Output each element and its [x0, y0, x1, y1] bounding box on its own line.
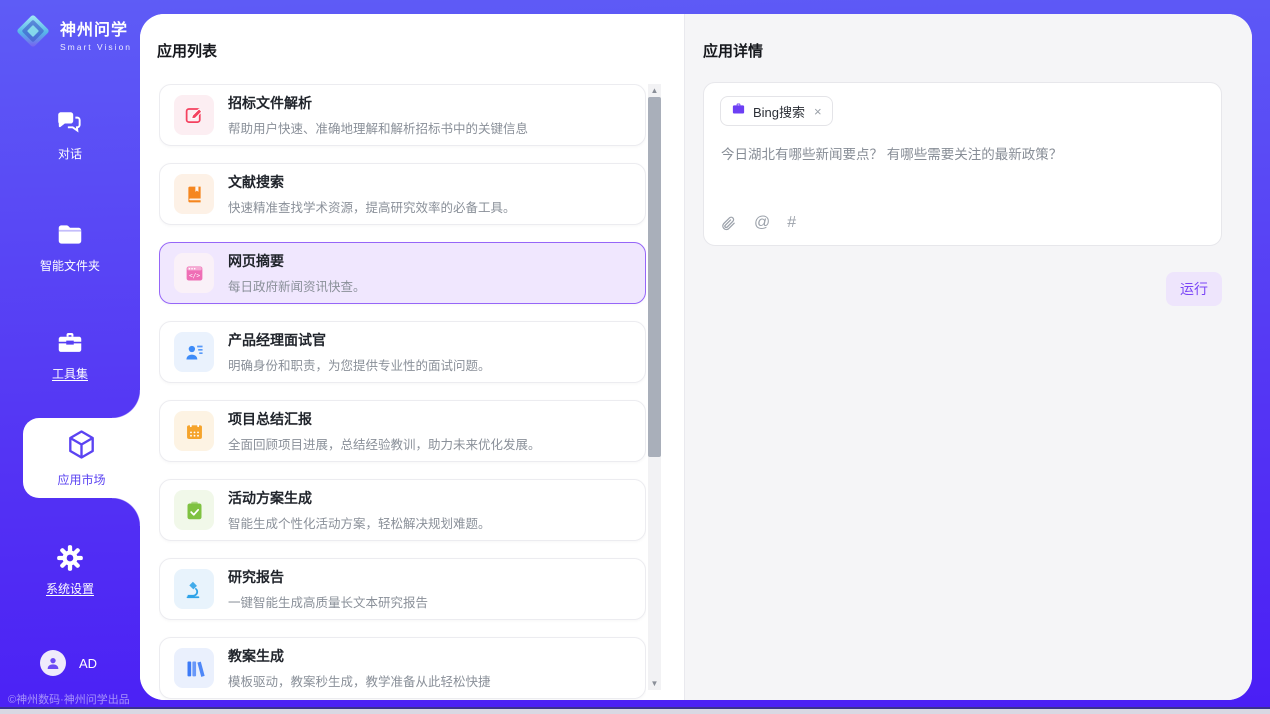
person-icon: [45, 655, 61, 671]
scrollbar-thumb[interactable]: [648, 97, 661, 457]
app-card-pm-interviewer[interactable]: 产品经理面试官明确身份和职责，为您提供专业性的面试问题。: [159, 321, 646, 383]
app-card-title: 网页摘要: [228, 251, 366, 271]
app-list-panel: 应用列表 招标文件解析帮助用户快速、准确地理解和解析招标书中的关键信息文献搜索快…: [140, 14, 684, 700]
prompt-card: Bing搜索 × 今日湖北有哪些新闻要点？ 有哪些需要关注的最新政策？ @ #: [703, 82, 1222, 246]
sidebar-item-chat[interactable]: 对话: [0, 108, 140, 162]
sidebar-item-label: 对话: [58, 145, 82, 162]
sidebar-item-settings[interactable]: 系统设置: [0, 543, 140, 597]
app-card-research-report[interactable]: 研究报告一键智能生成高质量长文本研究报告: [159, 558, 646, 620]
svg-text:</>: </>: [188, 272, 199, 279]
app-card-title: 招标文件解析: [228, 93, 528, 113]
avatar[interactable]: [40, 650, 66, 676]
chat-icon: [55, 108, 85, 138]
app-card-description: 模板驱动，教案秒生成，教学准备从此轻松快捷: [228, 671, 491, 690]
app-card-description: 快速精准查找学术资源，提高研究效率的必备工具。: [228, 197, 516, 216]
books-icon: [174, 648, 214, 688]
scrollbar[interactable]: ▲ ▼: [648, 84, 661, 690]
app-card-event-plan[interactable]: 活动方案生成智能生成个性化活动方案，轻松解决规划难题。: [159, 479, 646, 541]
clipboard-check-icon: [174, 490, 214, 530]
briefcase-icon: [731, 101, 746, 121]
brand-subtitle: Smart Vision: [60, 42, 132, 52]
gear-icon: [55, 543, 85, 573]
microscope-icon: [174, 569, 214, 609]
brand-name: 神州问学: [60, 16, 132, 40]
app-card-title: 活动方案生成: [228, 488, 491, 508]
scrollbar-up-icon[interactable]: ▲: [648, 84, 661, 97]
app-card-lesson-plan[interactable]: 教案生成模板驱动，教案秒生成，教学准备从此轻松快捷: [159, 637, 646, 699]
sidebar-item-market[interactable]: 应用市场: [23, 418, 140, 498]
tag-label: Bing搜索: [753, 102, 805, 121]
prompt-textarea[interactable]: 今日湖北有哪些新闻要点？ 有哪些需要关注的最新政策？: [721, 145, 1204, 165]
composer-toolbar: @ #: [720, 214, 796, 232]
close-icon[interactable]: ×: [814, 104, 822, 119]
app-details-title: 应用详情: [703, 40, 763, 61]
app-card-title: 项目总结汇报: [228, 409, 541, 429]
run-button[interactable]: 运行: [1166, 272, 1222, 306]
app-card-literature[interactable]: 文献搜索快速精准查找学术资源，提高研究效率的必备工具。: [159, 163, 646, 225]
app-card-bid-doc[interactable]: 招标文件解析帮助用户快速、准确地理解和解析招标书中的关键信息: [159, 84, 646, 146]
sidebar-item-folders[interactable]: 智能文件夹: [0, 220, 140, 274]
brand-logo: 神州问学 Smart Vision: [14, 12, 132, 55]
pen-square-icon: [174, 95, 214, 135]
bottom-strip: [0, 707, 1270, 714]
app-card-title: 研究报告: [228, 567, 428, 587]
scrollbar-down-icon[interactable]: ▼: [648, 677, 661, 690]
user-initials: AD: [79, 656, 97, 671]
copyright-text: ©神州数码·神州问学出品: [8, 691, 130, 707]
sidebar-item-tools[interactable]: 工具集: [0, 328, 140, 382]
sidebar-item-label: 工具集: [52, 365, 88, 382]
app-card-title: 文献搜索: [228, 172, 516, 192]
app-card-description: 全面回顾项目进展，总结经验教训，助力未来优化发展。: [228, 434, 541, 453]
app-details-panel: 应用详情 Bing搜索 × 今日湖北有哪些新闻要点？ 有哪些需要关注的最新政策？: [684, 14, 1252, 700]
calendar-icon: [174, 411, 214, 451]
app-list-title: 应用列表: [157, 40, 217, 61]
app-card-web-summary[interactable]: </> 网页摘要每日政府新闻资讯快查。: [159, 242, 646, 304]
app-card-description: 一键智能生成高质量长文本研究报告: [228, 592, 428, 611]
user-row[interactable]: AD: [40, 650, 97, 676]
at-icon[interactable]: @: [754, 214, 770, 232]
sidebar-item-label: 应用市场: [57, 471, 105, 488]
app-card-description: 每日政府新闻资讯快查。: [228, 276, 366, 295]
folder-icon: [55, 220, 85, 250]
toolbox-icon: [55, 328, 85, 358]
book-icon: [174, 174, 214, 214]
sidebar: 神州问学 Smart Vision 对话智能文件夹工具集应用市场系统设置 AD …: [0, 0, 140, 714]
app-card-description: 智能生成个性化活动方案，轻松解决规划难题。: [228, 513, 491, 532]
diamond-logo-icon: [14, 12, 52, 55]
app-list: 招标文件解析帮助用户快速、准确地理解和解析招标书中的关键信息文献搜索快速精准查找…: [159, 84, 646, 700]
app-card-title: 教案生成: [228, 646, 491, 666]
main-content: 应用列表 招标文件解析帮助用户快速、准确地理解和解析招标书中的关键信息文献搜索快…: [140, 14, 1252, 700]
app-card-description: 明确身份和职责，为您提供专业性的面试问题。: [228, 355, 491, 374]
browser-code-icon: </>: [174, 253, 214, 293]
app-card-title: 产品经理面试官: [228, 330, 491, 350]
sidebar-item-label: 系统设置: [46, 580, 94, 597]
cube-icon: [65, 428, 98, 466]
app-card-description: 帮助用户快速、准确地理解和解析招标书中的关键信息: [228, 118, 528, 137]
hash-icon[interactable]: #: [787, 214, 796, 232]
paperclip-icon[interactable]: [720, 215, 737, 232]
tool-tag-bing-search[interactable]: Bing搜索 ×: [720, 96, 833, 126]
sidebar-item-label: 智能文件夹: [40, 257, 100, 274]
interviewer-icon: [174, 332, 214, 372]
app-card-project-summary[interactable]: 项目总结汇报全面回顾项目进展，总结经验教训，助力未来优化发展。: [159, 400, 646, 462]
